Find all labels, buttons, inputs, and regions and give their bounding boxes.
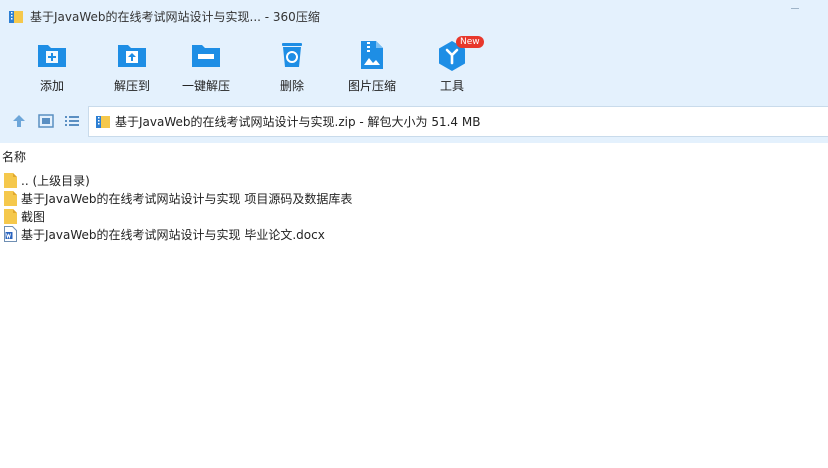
path-box[interactable]: 基于JavaWeb的在线考试网站设计与实现.zip - 解包大小为 51.4 M… [88, 106, 828, 137]
list-item[interactable]: 基于JavaWeb的在线考试网站设计与实现 毕业论文.docx [4, 225, 325, 243]
archive-icon [95, 114, 111, 130]
image-compress-button[interactable]: 图片压缩 [340, 39, 404, 97]
delete-icon [276, 39, 308, 71]
file-name: .. (上级目录) [21, 173, 90, 188]
add-button[interactable]: 添加 [20, 39, 84, 97]
add-label: 添加 [39, 79, 64, 93]
list-view-icon[interactable] [63, 112, 81, 130]
new-badge: New [456, 36, 484, 48]
delete-label: 删除 [279, 79, 304, 93]
tools-button[interactable]: New 工具 [420, 36, 484, 97]
minimize-button[interactable] [782, 0, 808, 18]
archive-path: 基于JavaWeb的在线考试网站设计与实现.zip - 解包大小为 51.4 M… [115, 115, 481, 129]
folder-icon [4, 172, 17, 188]
toolbar: 添加 解压到 一键解压 删除 图片压缩 New 工具 [0, 33, 828, 101]
delete-button[interactable]: 删除 [260, 39, 324, 97]
image-compress-label: 图片压缩 [347, 79, 396, 93]
one-click-extract-icon [190, 39, 222, 71]
list-item[interactable]: .. (上级目录) [4, 171, 90, 189]
navigation-bar: 基于JavaWeb的在线考试网站设计与实现.zip - 解包大小为 51.4 M… [0, 101, 828, 143]
list-item[interactable]: 基于JavaWeb的在线考试网站设计与实现 项目源码及数据库表 [4, 189, 352, 207]
file-name: 截图 [21, 209, 46, 224]
one-click-extract-label: 一键解压 [181, 79, 230, 93]
column-header-name[interactable]: 名称 [2, 148, 26, 165]
tools-icon: New [436, 36, 484, 71]
file-name: 基于JavaWeb的在线考试网站设计与实现 毕业论文.docx [21, 227, 325, 242]
folder-icon [4, 208, 17, 224]
window-title: 基于JavaWeb的在线考试网站设计与实现... - 360压缩 [30, 10, 320, 24]
file-name: 基于JavaWeb的在线考试网站设计与实现 项目源码及数据库表 [21, 191, 353, 206]
file-list: 名称 .. (上级目录) 基于JavaWeb的在线考试网站设计与实现 项目源码及… [0, 143, 828, 468]
title-bar: 基于JavaWeb的在线考试网站设计与实现... - 360压缩 [0, 0, 828, 33]
list-item[interactable]: 截图 [4, 207, 45, 225]
image-compress-icon [356, 39, 388, 71]
one-click-extract-button[interactable]: 一键解压 [174, 39, 238, 97]
word-document-icon [4, 226, 17, 242]
thumbnail-view-icon[interactable] [37, 112, 55, 130]
archive-icon [8, 9, 24, 25]
tools-label: 工具 [439, 79, 464, 93]
folder-icon [4, 190, 17, 206]
add-icon [36, 39, 68, 71]
up-arrow-icon[interactable] [10, 112, 28, 130]
extract-to-icon [116, 39, 148, 71]
extract-to-label: 解压到 [113, 79, 150, 93]
extract-to-button[interactable]: 解压到 [100, 39, 164, 97]
